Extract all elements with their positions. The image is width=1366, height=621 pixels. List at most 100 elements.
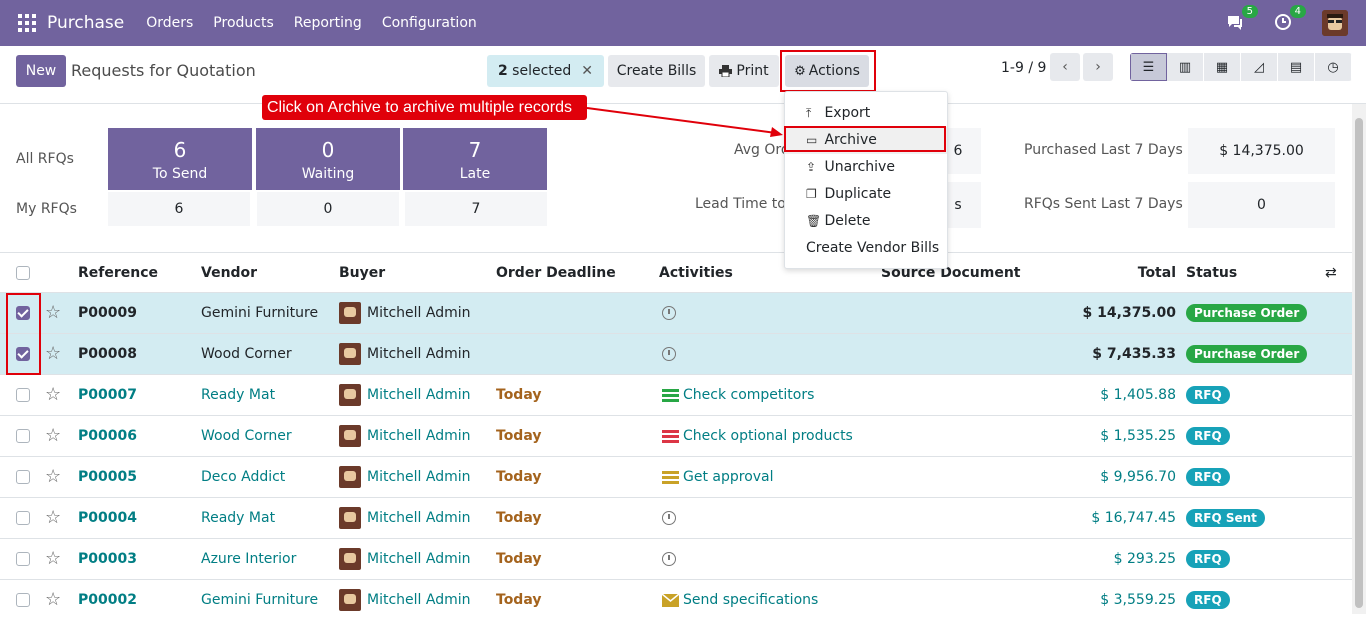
menu-configuration[interactable]: Configuration	[382, 15, 477, 31]
export-menu-item[interactable]: ⤒ Export	[785, 100, 947, 127]
pager-value[interactable]: 1-9 / 9	[1001, 60, 1046, 76]
star-icon[interactable]: ☆	[45, 457, 61, 496]
my-late[interactable]: 7	[405, 192, 547, 226]
col-order-deadline[interactable]: Order Deadline	[496, 253, 616, 294]
unarchive-menu-item[interactable]: ⇪ Unarchive	[785, 154, 947, 181]
row-checkbox[interactable]	[16, 593, 30, 607]
reference[interactable]: P00003	[78, 539, 137, 580]
app-name[interactable]: Purchase	[47, 13, 124, 33]
messages-button[interactable]: 5	[1226, 5, 1258, 33]
todo-red-icon[interactable]	[662, 429, 679, 443]
row-checkbox[interactable]	[16, 552, 30, 566]
buyer[interactable]: Mitchell Admin	[367, 346, 471, 362]
vendor[interactable]: Gemini Furniture	[201, 293, 318, 334]
menu-reporting[interactable]: Reporting	[294, 15, 362, 31]
table-row[interactable]: ☆ P00003 Azure Interior Mitchell Admin Today…	[0, 538, 1352, 579]
vendor[interactable]: Wood Corner	[201, 334, 292, 375]
col-reference[interactable]: Reference	[78, 253, 158, 294]
create-bills-button[interactable]: Create Bills	[608, 55, 705, 87]
reference[interactable]: P00005	[78, 457, 137, 498]
select-all-checkbox[interactable]	[16, 266, 30, 280]
vendor[interactable]: Ready Mat	[201, 498, 275, 539]
reference[interactable]: P00008	[78, 334, 137, 375]
app-menu-icon[interactable]	[18, 14, 36, 32]
clock-icon[interactable]	[662, 347, 676, 361]
activity-view-icon[interactable]: ◷	[1315, 53, 1352, 81]
col-total[interactable]: Total	[1100, 253, 1176, 294]
pivot-view-icon[interactable]: ▦	[1204, 53, 1241, 81]
table-row[interactable]: ☆ P00004 Ready Mat Mitchell Admin Today $ 16,…	[0, 497, 1352, 538]
star-icon[interactable]: ☆	[45, 293, 61, 332]
buyer[interactable]: Mitchell Admin	[367, 428, 471, 444]
menu-orders[interactable]: Orders	[146, 15, 193, 31]
pager-previous-button[interactable]: ‹	[1050, 53, 1080, 81]
clock-icon[interactable]	[662, 511, 676, 525]
star-icon[interactable]: ☆	[45, 416, 61, 455]
table-row[interactable]: ☆ P00008 Wood Corner Mitchell Admin $ 7,435.…	[0, 333, 1352, 374]
todo-green-icon[interactable]	[662, 388, 679, 402]
kanban-view-icon[interactable]: ▥	[1167, 53, 1204, 81]
create-vendor-bills-menu-item[interactable]: Create Vendor Bills	[785, 235, 947, 262]
table-row[interactable]: ☆ P00009 Gemini Furniture Mitchell Admin $ 1…	[0, 292, 1352, 333]
vendor[interactable]: Ready Mat	[201, 375, 275, 416]
buyer[interactable]: Mitchell Admin	[367, 592, 471, 608]
row-checkbox[interactable]	[16, 429, 30, 443]
row-checkbox[interactable]	[16, 388, 30, 402]
buyer[interactable]: Mitchell Admin	[367, 387, 471, 403]
envelope-icon[interactable]	[662, 593, 679, 607]
vendor[interactable]: Azure Interior	[201, 539, 296, 580]
duplicate-menu-item[interactable]: ❐ Duplicate	[785, 181, 947, 208]
buyer[interactable]: Mitchell Admin	[367, 305, 471, 321]
tile-to-send[interactable]: 6 To Send	[108, 128, 252, 190]
buyer[interactable]: Mitchell Admin	[367, 551, 471, 567]
scrollbar-thumb[interactable]	[1355, 118, 1363, 608]
my-waiting[interactable]: 0	[257, 192, 399, 226]
star-icon[interactable]: ☆	[45, 539, 61, 578]
user-avatar[interactable]	[1322, 10, 1348, 36]
unselect-icon[interactable]: ✕	[581, 63, 593, 79]
clock-icon[interactable]	[662, 306, 676, 320]
table-row[interactable]: ☆ P00006 Wood Corner Mitchell Admin Today Che…	[0, 415, 1352, 456]
todo-orange-icon[interactable]	[662, 470, 679, 484]
pager-next-button[interactable]: ›	[1083, 53, 1113, 81]
clock-icon[interactable]	[662, 552, 676, 566]
reference[interactable]: P00007	[78, 375, 137, 416]
print-button[interactable]: Print	[709, 55, 779, 87]
buyer[interactable]: Mitchell Admin	[367, 469, 471, 485]
vendor[interactable]: Gemini Furniture	[201, 580, 318, 621]
activity-summary[interactable]: Send specifications	[683, 592, 818, 608]
star-icon[interactable]: ☆	[45, 375, 61, 414]
star-icon[interactable]: ☆	[45, 498, 61, 537]
activity-summary[interactable]: Get approval	[683, 469, 774, 485]
col-status[interactable]: Status	[1186, 253, 1237, 294]
tile-waiting[interactable]: 0 Waiting	[256, 128, 400, 190]
buyer[interactable]: Mitchell Admin	[367, 510, 471, 526]
delete-menu-item[interactable]: 🗑 Delete	[785, 208, 947, 235]
row-checkbox[interactable]	[16, 511, 30, 525]
col-vendor[interactable]: Vendor	[201, 253, 257, 294]
list-view-icon[interactable]: ☰	[1130, 53, 1167, 81]
reference[interactable]: P00004	[78, 498, 137, 539]
tile-late[interactable]: 7 Late	[403, 128, 547, 190]
row-checkbox[interactable]	[16, 470, 30, 484]
col-buyer[interactable]: Buyer	[339, 253, 385, 294]
reference[interactable]: P00002	[78, 580, 137, 621]
calendar-view-icon[interactable]: ▤	[1278, 53, 1315, 81]
vendor[interactable]: Wood Corner	[201, 416, 292, 457]
reference[interactable]: P00006	[78, 416, 137, 457]
col-activities[interactable]: Activities	[659, 253, 733, 294]
table-row[interactable]: ☆ P00005 Deco Addict Mitchell Admin Today Get…	[0, 456, 1352, 497]
menu-products[interactable]: Products	[213, 15, 273, 31]
new-button[interactable]: New	[16, 55, 66, 87]
activity-summary[interactable]: Check competitors	[683, 387, 814, 403]
star-icon[interactable]: ☆	[45, 580, 61, 619]
activities-button[interactable]: 4	[1274, 5, 1306, 33]
star-icon[interactable]: ☆	[45, 334, 61, 373]
my-to-send[interactable]: 6	[108, 192, 250, 226]
activity-summary[interactable]: Check optional products	[683, 428, 853, 444]
graph-view-icon[interactable]: ◿	[1241, 53, 1278, 81]
table-row[interactable]: ☆ P00007 Ready Mat Mitchell Admin Today Check…	[0, 374, 1352, 415]
reference[interactable]: P00009	[78, 293, 137, 334]
vendor[interactable]: Deco Addict	[201, 457, 285, 498]
optional-columns-icon[interactable]: ⇄	[1325, 253, 1337, 294]
